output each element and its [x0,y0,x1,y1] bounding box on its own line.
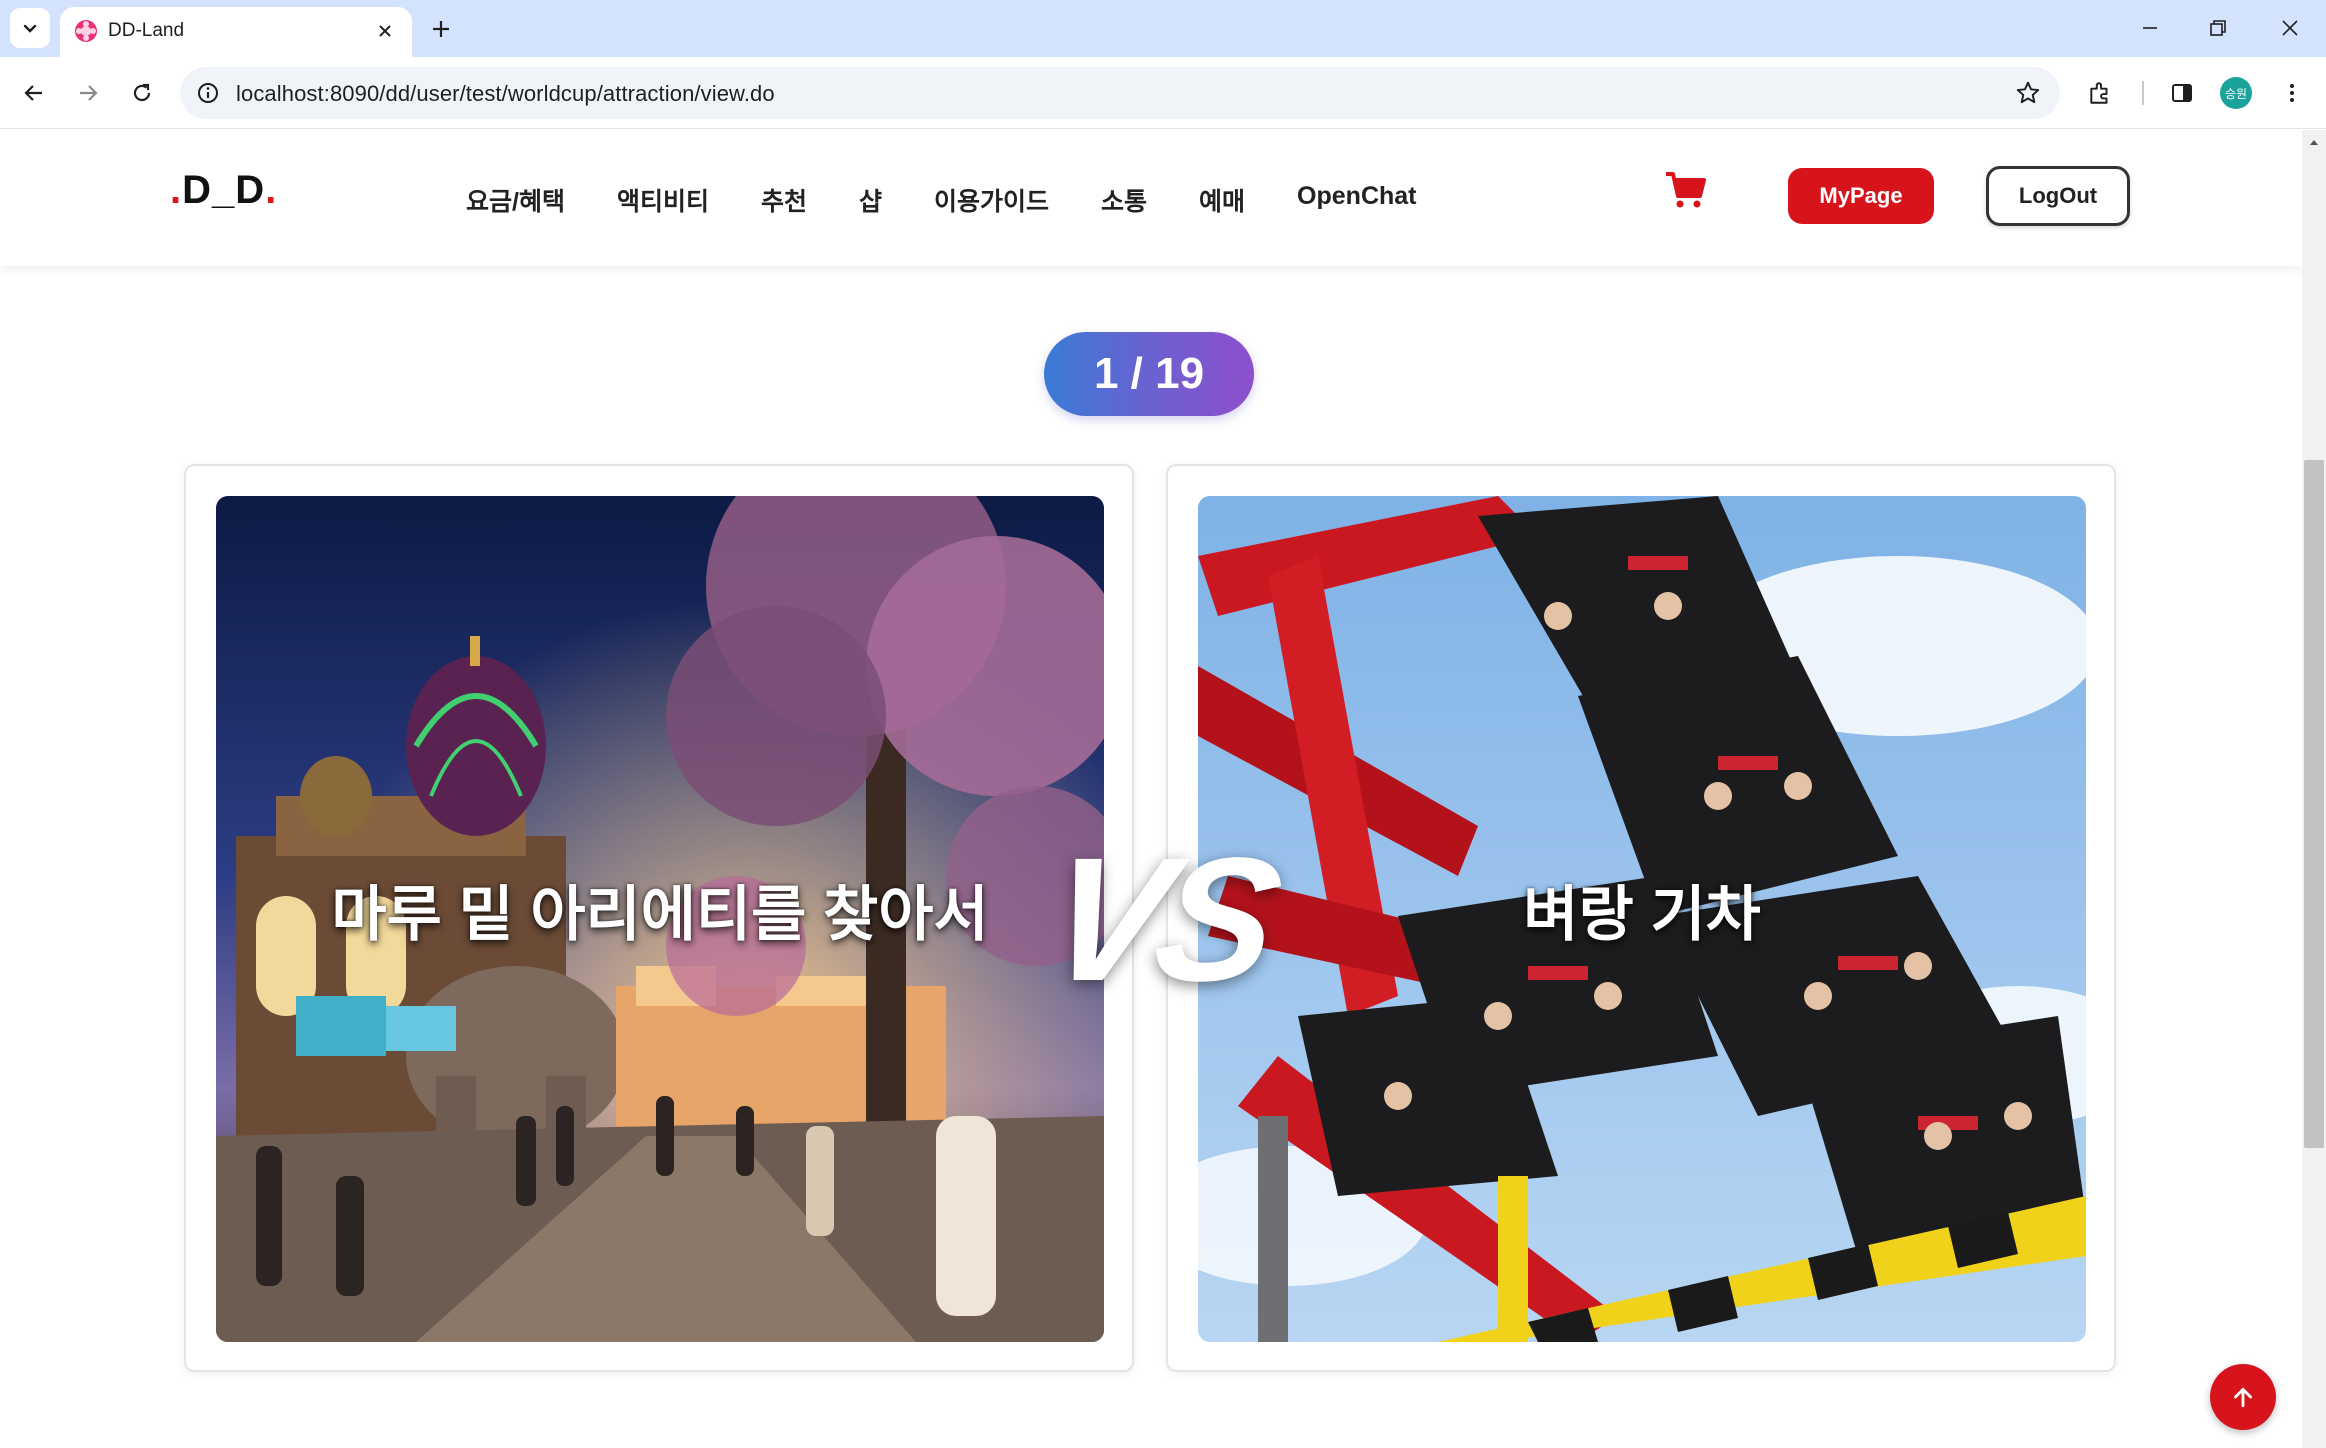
address-bar[interactable]: localhost:8090/dd/user/test/worldcup/att… [180,67,2060,119]
chevron-down-icon [23,24,37,33]
site-logo[interactable]: .D_D. [170,168,277,213]
candidate-label-right: 벼랑 기차 [1523,881,1761,948]
toolbar-divider [2142,81,2144,105]
page-viewport: .D_D. 요금/혜택 액티비티 추천 샵 이용가이드 소통 예매 OpenCh… [0,130,2302,1448]
site-info-button[interactable] [192,77,224,109]
site-header: .D_D. 요금/혜택 액티비티 추천 샵 이용가이드 소통 예매 OpenCh… [0,130,2302,266]
profile-avatar[interactable]: 승원 [2220,77,2252,109]
url-text[interactable]: localhost:8090/dd/user/test/worldcup/att… [236,81,775,107]
browser-tab-active[interactable]: DD-Land [60,7,412,57]
tab-title: DD-Land [108,20,185,41]
logout-button[interactable]: LogOut [1986,166,2130,226]
sidepanel-icon [2172,84,2192,102]
nav-item-shop[interactable]: 샵 [859,182,882,218]
forward-icon [80,85,98,101]
caret-up-icon [2310,140,2318,145]
back-icon [24,85,42,101]
window-close-button[interactable] [2268,8,2312,48]
mypage-button[interactable]: MyPage [1788,168,1934,224]
tab-search-button[interactable] [10,8,50,48]
forward-button[interactable] [68,73,108,113]
nav-item-recommend[interactable]: 추천 [761,182,807,218]
restore-icon [2210,20,2226,36]
side-panel-button[interactable] [2162,73,2202,113]
nav-item-guide[interactable]: 이용가이드 [934,182,1049,218]
info-icon [198,83,218,103]
scroll-up-arrow[interactable] [2302,130,2326,154]
candidate-image-right[interactable]: 벼랑 기차 [1198,496,2086,1342]
close-icon [2282,20,2298,36]
back-button[interactable] [14,73,54,113]
bookmark-button[interactable] [2012,77,2044,109]
nav-item-activity[interactable]: 액티비티 [617,182,709,218]
plus-icon [433,21,449,37]
arrow-up-icon [2234,1387,2252,1408]
cart-icon[interactable] [1664,168,1708,212]
round-counter: 1 / 19 [1044,332,1254,416]
nav-item-openchat[interactable]: OpenChat [1297,182,1416,218]
extensions-icon [2090,82,2108,104]
minimize-button[interactable] [2128,8,2172,48]
main-nav: 요금/혜택 액티비티 추천 샵 이용가이드 소통 예매 OpenChat [466,182,1469,218]
browser-toolbar: localhost:8090/dd/user/test/worldcup/att… [0,57,2326,129]
candidate-image-left[interactable]: 마루 밑 아리에티를 찾아서 [216,496,1104,1342]
candidate-label-left: 마루 밑 아리에티를 찾아서 [331,881,989,948]
nav-item-pricing[interactable]: 요금/혜택 [466,182,565,218]
page-scrollbar[interactable] [2302,130,2326,1448]
more-menu-button[interactable] [2272,73,2312,113]
browser-tabstrip: DD-Land [0,0,2326,57]
reload-icon [133,83,151,102]
star-icon [2016,81,2040,104]
vs-text: VS [1032,822,1287,1018]
reload-button[interactable] [122,73,162,113]
scroll-to-top-button[interactable] [2210,1364,2276,1430]
extensions-button[interactable] [2080,73,2120,113]
new-tab-button[interactable] [424,12,458,46]
more-icon [2290,84,2294,102]
tab-close-button[interactable] [370,16,400,46]
nav-item-community[interactable]: 소통 [1101,182,1147,218]
minimize-icon [2143,27,2157,29]
candidate-card-left[interactable]: 마루 밑 아리에티를 찾아서 [184,464,1134,1372]
candidate-card-right[interactable]: 벼랑 기차 [1166,464,2116,1372]
nav-item-booking[interactable]: 예매 [1199,182,1245,218]
restore-button[interactable] [2196,8,2240,48]
favicon-icon [75,20,97,42]
scrollbar-thumb[interactable] [2304,460,2324,1148]
close-icon [379,25,391,37]
